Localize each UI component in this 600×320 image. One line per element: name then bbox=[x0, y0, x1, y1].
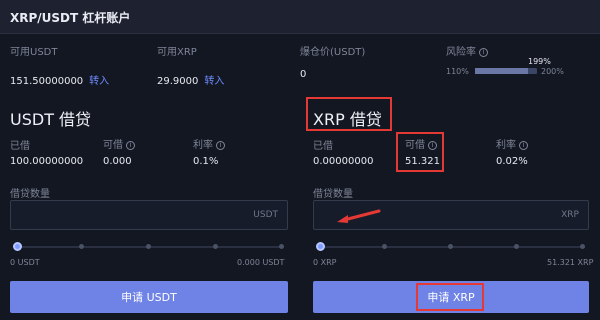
usdt-slider-min: 0 USDT bbox=[10, 258, 40, 267]
annotation-arrow-icon bbox=[337, 209, 381, 223]
annotation-box-xrp-button bbox=[416, 283, 484, 311]
xrp-amount-unit: XRP bbox=[561, 210, 579, 220]
borrow-usdt-button[interactable]: 申请 USDT bbox=[10, 281, 288, 313]
usdt-available-value: 151.50000000 bbox=[10, 76, 84, 87]
annotation-box-xrp-title bbox=[306, 97, 392, 131]
xrp-amount-slider[interactable] bbox=[316, 242, 585, 251]
slider-step-dot[interactable] bbox=[146, 244, 151, 249]
slider-handle[interactable] bbox=[316, 242, 325, 251]
xrp-slider-min: 0 XRP bbox=[313, 258, 337, 267]
info-icon[interactable]: i bbox=[479, 47, 488, 57]
xrp-amount-label: 借贷数量 bbox=[313, 189, 353, 200]
slider-step-dot[interactable] bbox=[580, 244, 585, 249]
xrp-available-row: 29.9000 转入 bbox=[157, 69, 224, 88]
xrp-borrowed-label: 已借 bbox=[313, 141, 333, 152]
xrp-rate-label-wrap: 利率 i bbox=[496, 136, 528, 151]
risk-min-value: 110% bbox=[446, 67, 469, 76]
liquidation-price-label: 爆仓价(USDT) bbox=[300, 47, 366, 58]
slider-step-dot[interactable] bbox=[514, 244, 519, 249]
xrp-rate-label: 利率 bbox=[496, 140, 516, 151]
risk-max-value: 200% bbox=[541, 67, 564, 76]
usdt-amount-unit: USDT bbox=[253, 210, 278, 220]
slider-step-dot[interactable] bbox=[382, 244, 387, 249]
usdt-available-borrow-value: 0.000 bbox=[103, 156, 132, 167]
usdt-slider-max: 0.000 USDT bbox=[237, 258, 285, 267]
risk-current-value: 199% bbox=[528, 57, 551, 66]
usdt-available-borrow-label: 可借 bbox=[103, 140, 123, 151]
slider-step-dot[interactable] bbox=[279, 244, 284, 249]
info-icon[interactable]: i bbox=[126, 140, 135, 150]
slider-step-dot[interactable] bbox=[448, 244, 453, 249]
usdt-loan-title: USDT 借贷 bbox=[10, 110, 92, 129]
risk-rate-label-wrap: 风险率 i bbox=[446, 43, 488, 58]
usdt-amount-slider[interactable] bbox=[13, 242, 284, 251]
usdt-borrowed-value: 100.00000000 bbox=[10, 156, 84, 167]
margin-account-panel: XRP/USDT 杠杆账户 可用USDT 151.50000000 转入 可用XR… bbox=[0, 0, 600, 320]
risk-rate-bar bbox=[475, 68, 537, 74]
xrp-slider-max: 51.321 XRP bbox=[547, 258, 594, 267]
slider-step-dot[interactable] bbox=[213, 244, 218, 249]
annotation-box-xrp-available bbox=[396, 132, 444, 172]
usdt-rate-label-wrap: 利率 i bbox=[193, 136, 225, 151]
usdt-amount-input[interactable]: USDT bbox=[10, 200, 288, 230]
xrp-available-value: 29.9000 bbox=[157, 76, 199, 87]
usdt-borrowed-label: 已借 bbox=[10, 141, 30, 152]
info-icon[interactable]: i bbox=[216, 140, 225, 150]
usdt-available-borrow-label-wrap: 可借 i bbox=[103, 136, 135, 151]
usdt-rate-value: 0.1% bbox=[193, 156, 219, 167]
usdt-amount-label: 借贷数量 bbox=[10, 189, 50, 200]
usdt-transfer-link[interactable]: 转入 bbox=[89, 76, 109, 87]
usdt-rate-label: 利率 bbox=[193, 140, 213, 151]
panel-header: XRP/USDT 杠杆账户 bbox=[0, 0, 600, 34]
xrp-borrowed-value: 0.00000000 bbox=[313, 156, 374, 167]
risk-rate-label: 风险率 bbox=[446, 47, 476, 58]
page-title: XRP/USDT 杠杆账户 bbox=[10, 11, 131, 25]
slider-handle[interactable] bbox=[13, 242, 22, 251]
info-icon[interactable]: i bbox=[519, 140, 528, 150]
usdt-available-label: 可用USDT bbox=[10, 47, 58, 58]
xrp-rate-value: 0.02% bbox=[496, 156, 528, 167]
risk-rate-fill bbox=[475, 68, 529, 74]
xrp-available-label: 可用XRP bbox=[157, 47, 197, 58]
usdt-available-row: 151.50000000 转入 bbox=[10, 69, 109, 88]
slider-step-dot[interactable] bbox=[79, 244, 84, 249]
xrp-transfer-link[interactable]: 转入 bbox=[204, 76, 224, 87]
liquidation-price-value: 0 bbox=[300, 69, 307, 80]
